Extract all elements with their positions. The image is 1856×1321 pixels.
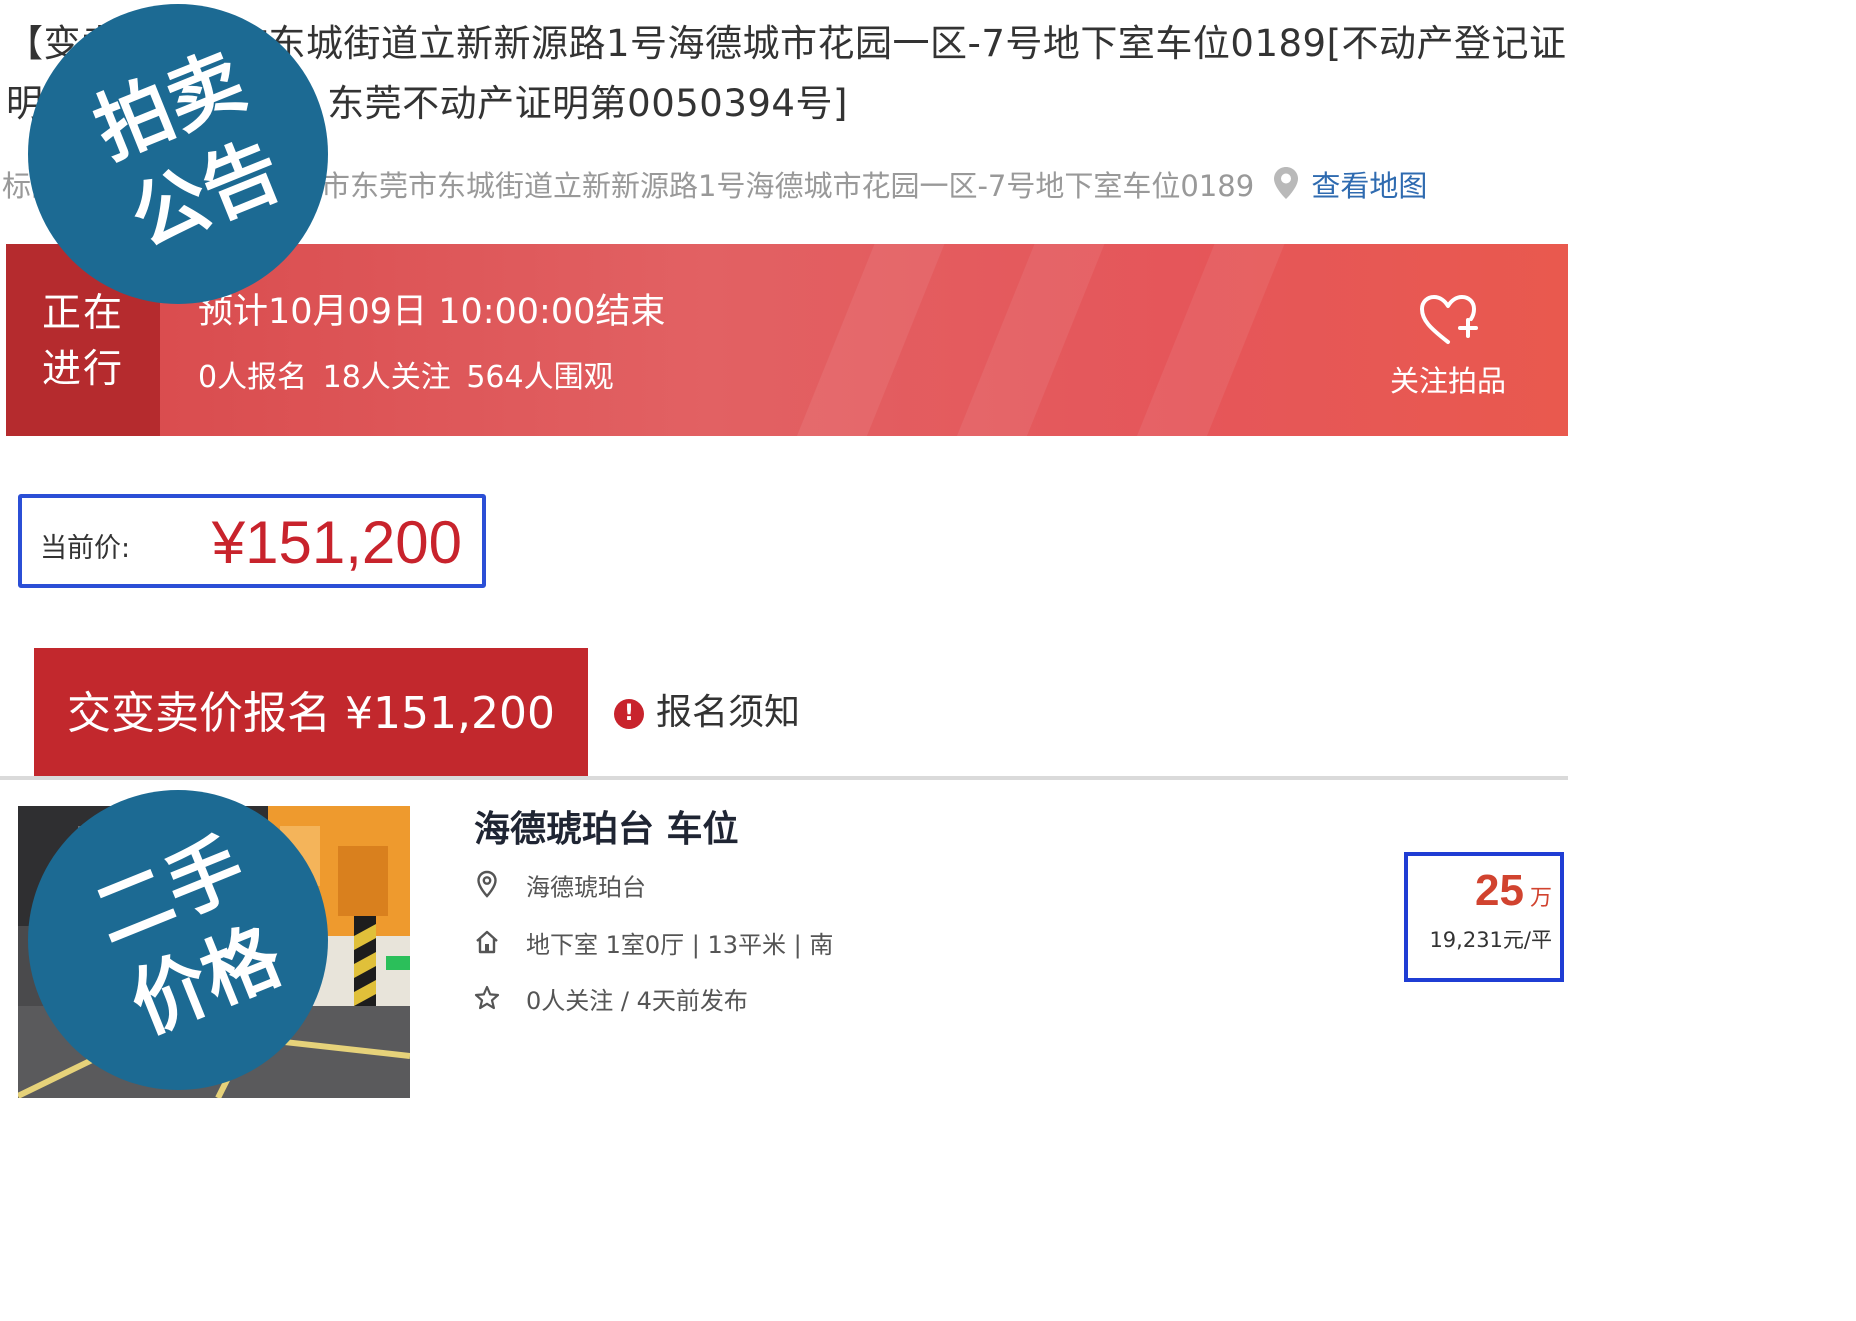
- current-price-box: 当前价: ¥151,200: [18, 494, 486, 588]
- exclamation-circle-icon: !: [614, 699, 644, 729]
- listing-price-box: 25 万 19,231元/平: [1404, 852, 1564, 982]
- house-icon: [474, 929, 500, 964]
- listing-community[interactable]: 海德琥珀台: [526, 874, 646, 902]
- listing-price: 25: [1475, 866, 1524, 915]
- favorite-label: 关注拍品: [1389, 364, 1506, 398]
- favorite-button[interactable]: 关注拍品: [1368, 292, 1528, 400]
- listing-details: 地下室 1室0厅 | 13平米 | 南: [526, 931, 834, 959]
- listing-title[interactable]: 海德琥珀台 车位: [474, 800, 739, 852]
- listing-price-unit: 万: [1529, 886, 1552, 911]
- listing-meta: 0人关注 / 4天前发布: [526, 987, 748, 1015]
- signup-button[interactable]: 交变卖价报名 ¥151,200: [34, 648, 588, 778]
- map-pin-icon: [474, 870, 500, 907]
- secondhand-price-badge: 二手 价格: [28, 790, 328, 1090]
- listing-meta-row: 0人关注 / 4天前发布: [474, 984, 748, 1020]
- star-icon: [474, 985, 500, 1020]
- auction-notice-badge: 拍卖 公告: [28, 4, 328, 304]
- location-pin-icon: [1273, 166, 1299, 206]
- signup-notice-link[interactable]: ! 报名须知: [614, 688, 800, 738]
- heart-plus-icon: [1416, 295, 1480, 352]
- status-line2: 进行: [41, 347, 124, 392]
- listing-unit-price: 19,231元/平: [1429, 928, 1552, 952]
- notice-label: 报名须知: [656, 692, 801, 733]
- listing-details-row: 地下室 1室0厅 | 13平米 | 南: [474, 928, 833, 964]
- current-price-label: 当前价:: [40, 533, 131, 564]
- current-price-value: ¥151,200: [211, 509, 462, 576]
- end-time: 预计10月09日 10:00:00结束: [198, 292, 666, 332]
- view-map-link[interactable]: 查看地图: [1311, 169, 1427, 203]
- auction-stats: 0人报名 18人关注 564人围观: [198, 360, 614, 395]
- listing-community-row: 海德琥珀台: [474, 870, 646, 907]
